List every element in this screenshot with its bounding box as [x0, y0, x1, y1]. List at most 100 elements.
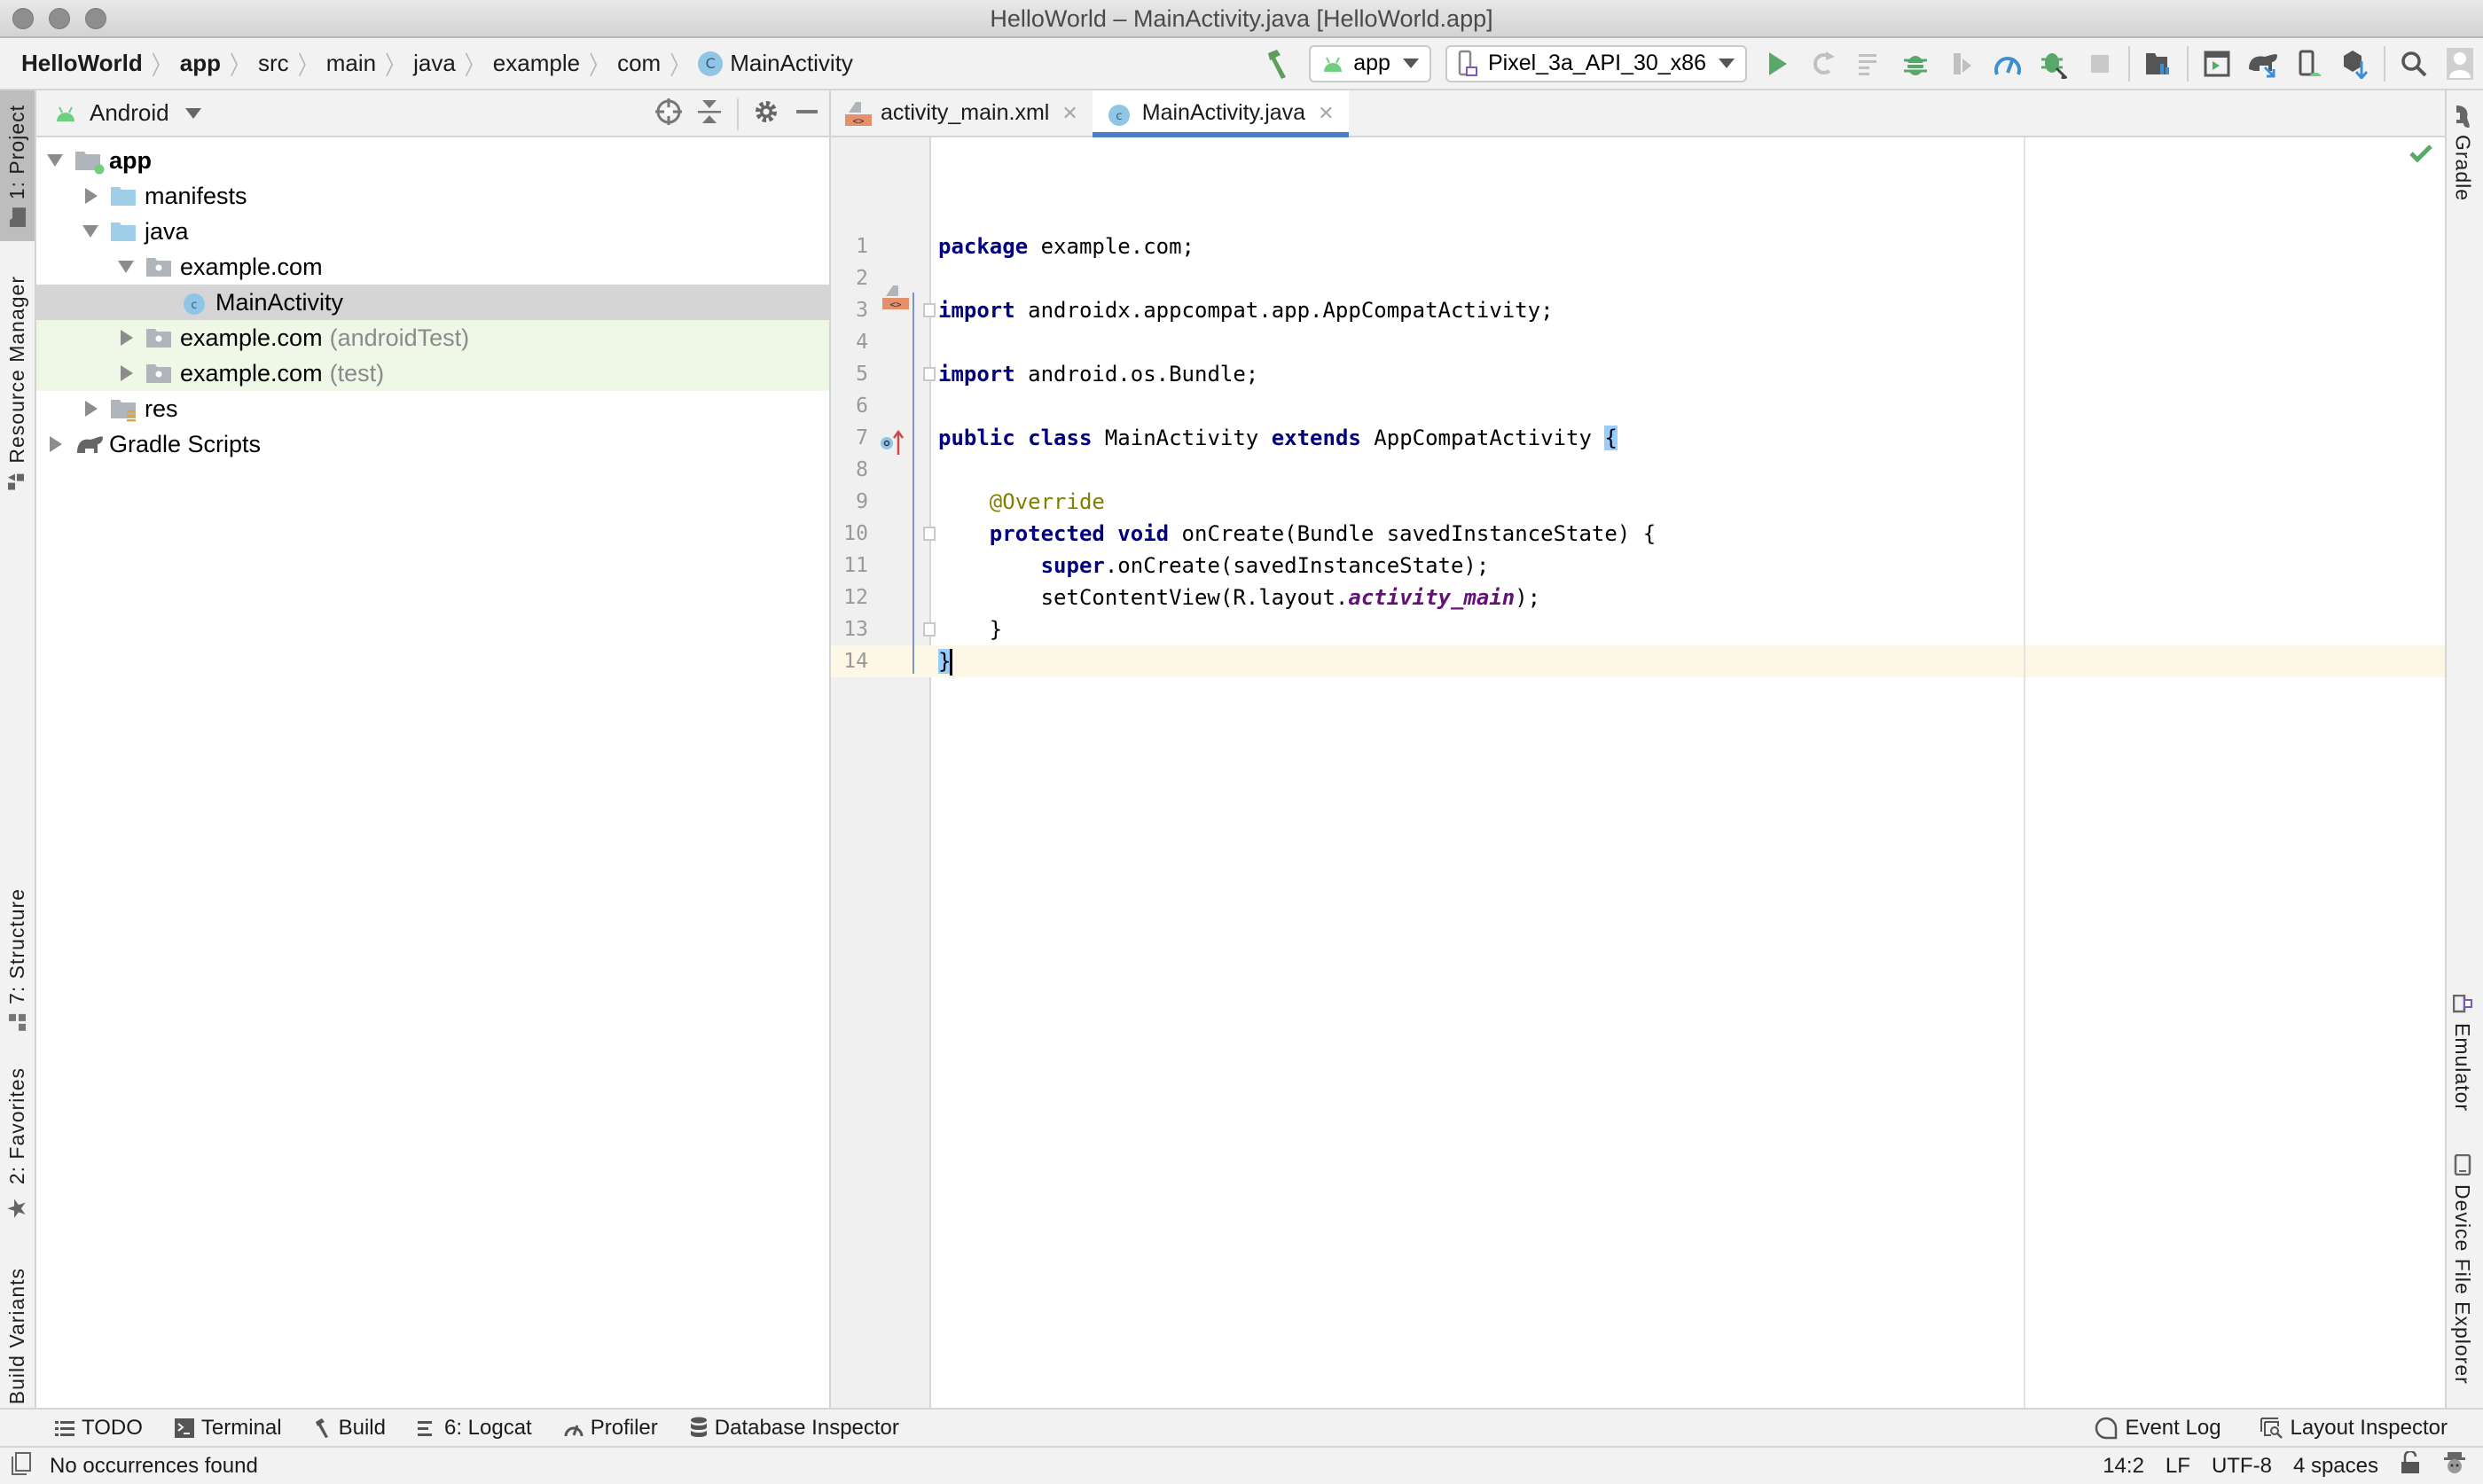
- tool-window-button-terminal[interactable]: Terminal: [174, 1416, 282, 1441]
- code-line[interactable]: 4: [831, 326, 2445, 358]
- collapse-all-icon[interactable]: [696, 98, 723, 129]
- sdk-manager-icon[interactable]: [2338, 46, 2373, 82]
- indent-setting[interactable]: 4 spaces: [2293, 1454, 2378, 1479]
- stop-icon[interactable]: [2082, 46, 2118, 82]
- code-line[interactable]: 6: [831, 390, 2445, 422]
- project-tool-button[interactable]: 1: Project: [0, 90, 35, 241]
- profile-icon[interactable]: [1990, 46, 2025, 82]
- device-manager-icon[interactable]: [2291, 46, 2327, 82]
- tree-item[interactable]: res: [36, 391, 829, 426]
- code-line[interactable]: 3 import androidx.appcompat.app.AppCompat…: [831, 294, 2445, 326]
- code-line[interactable]: 8: [831, 454, 2445, 486]
- collapsed-arrow-icon[interactable]: [85, 401, 98, 417]
- editor-tab[interactable]: c MainActivity.java ✕: [1092, 90, 1349, 137]
- close-tab-icon[interactable]: ✕: [1318, 102, 1334, 125]
- breadcrumb-item[interactable]: src: [258, 50, 289, 77]
- editor-tab[interactable]: <> activity_main.xml ✕: [831, 90, 1093, 136]
- fold-marker[interactable]: [923, 527, 936, 541]
- expanded-arrow-icon[interactable]: [118, 261, 134, 273]
- breadcrumb-item[interactable]: java: [413, 50, 456, 77]
- gradle-label: Gradle: [2451, 135, 2475, 202]
- tree-item[interactable]: Gradle Scripts: [36, 426, 829, 462]
- code-line[interactable]: 9 @Override: [831, 486, 2445, 518]
- line-number: 12: [843, 586, 868, 609]
- collapsed-arrow-icon[interactable]: [121, 330, 133, 346]
- code-line[interactable]: 13 }: [831, 613, 2445, 645]
- tool-window-button-profiler[interactable]: Profiler: [564, 1416, 658, 1441]
- tool-window-button-layout-inspector[interactable]: Layout Inspector: [2260, 1416, 2448, 1441]
- fold-marker[interactable]: [923, 622, 936, 637]
- line-separator[interactable]: LF: [2166, 1454, 2190, 1479]
- fold-marker[interactable]: [923, 303, 936, 317]
- run-configuration-select[interactable]: app: [1309, 44, 1431, 82]
- device-file-explorer-tool-button[interactable]: Device File Explorer: [2450, 1154, 2474, 1385]
- toggle-tool-windows-icon[interactable]: [11, 1452, 32, 1480]
- apply-code-changes-icon[interactable]: [1852, 46, 1887, 82]
- code-line[interactable]: 11 super.onCreate(savedInstanceState);: [831, 550, 2445, 582]
- emulator-tool-button[interactable]: Emulator: [2450, 995, 2474, 1112]
- close-tab-icon[interactable]: ✕: [1061, 102, 1077, 125]
- line-number: 10: [843, 522, 868, 545]
- annotation-token: @Override: [989, 489, 1105, 514]
- sync-gradle-icon[interactable]: [2245, 46, 2281, 82]
- gradle-tool-button[interactable]: Gradle: [2450, 105, 2475, 202]
- tree-item[interactable]: java: [36, 214, 829, 249]
- collapsed-arrow-icon[interactable]: [85, 188, 98, 204]
- fold-marker[interactable]: [923, 367, 936, 381]
- tool-window-button-6-logcat[interactable]: 6: Logcat: [417, 1416, 532, 1441]
- tree-item[interactable]: example.com (test): [36, 355, 829, 391]
- code-line[interactable]: 10 protected void onCreate(Bundle savedI…: [831, 518, 2445, 550]
- tool-window-button-database-inspector[interactable]: Database Inspector: [690, 1416, 899, 1441]
- unlock-icon[interactable]: [2400, 1449, 2421, 1480]
- project-structure-icon[interactable]: [2141, 46, 2176, 82]
- breadcrumb-item[interactable]: app: [180, 50, 221, 77]
- tool-window-button-build[interactable]: Build: [314, 1416, 386, 1441]
- tree-item[interactable]: example.com (androidTest): [36, 320, 829, 355]
- locate-file-icon[interactable]: [655, 98, 682, 129]
- breadcrumb-item[interactable]: com: [617, 50, 661, 77]
- collapsed-arrow-icon[interactable]: [121, 365, 133, 381]
- gear-icon[interactable]: [753, 98, 779, 129]
- related-layout-icon[interactable]: <>: [882, 284, 909, 315]
- account-icon[interactable]: [2442, 46, 2478, 82]
- code-line[interactable]: 14}: [831, 645, 2445, 677]
- tree-item[interactable]: example.com: [36, 249, 829, 285]
- breadcrumb-item[interactable]: HelloWorld: [21, 50, 143, 77]
- caret-position[interactable]: 14:2: [2103, 1454, 2144, 1479]
- tool-window-button-todo[interactable]: TODO: [55, 1416, 143, 1441]
- device-select[interactable]: Pixel_3a_API_30_x86: [1445, 44, 1747, 82]
- project-view-select[interactable]: Android: [54, 99, 201, 127]
- hammer-icon[interactable]: [1261, 46, 1296, 82]
- collapsed-arrow-icon[interactable]: [50, 436, 62, 452]
- debug-icon[interactable]: [1898, 46, 1933, 82]
- expanded-arrow-icon[interactable]: [82, 225, 98, 238]
- overrides-method-icon[interactable]: [879, 429, 905, 461]
- hide-panel-icon[interactable]: [794, 98, 820, 129]
- breadcrumb-item[interactable]: main: [326, 50, 376, 77]
- attach-debugger-to-process-icon[interactable]: [2036, 46, 2072, 82]
- breadcrumb-item[interactable]: example: [493, 50, 580, 77]
- tree-item[interactable]: app: [36, 143, 829, 178]
- resource-manager-tool-button[interactable]: Resource Manager: [0, 263, 35, 503]
- no-problems-check-icon[interactable]: [2409, 144, 2432, 168]
- code-line[interactable]: 5 import android.os.Bundle;: [831, 358, 2445, 390]
- breadcrumb-separator-icon: 〉: [670, 51, 690, 80]
- attach-debugger-icon[interactable]: [1944, 46, 1979, 82]
- file-encoding[interactable]: UTF-8: [2212, 1454, 2272, 1479]
- code-line[interactable]: 12 setContentView(R.layout.activity_main…: [831, 582, 2445, 613]
- hammer-icon: [314, 1418, 332, 1439]
- inspector-hector-icon[interactable]: [2442, 1450, 2467, 1481]
- code-line[interactable]: 2: [831, 262, 2445, 294]
- expanded-arrow-icon[interactable]: [47, 154, 63, 167]
- apply-changes-icon[interactable]: [1805, 46, 1841, 82]
- tree-item[interactable]: c MainActivity: [36, 285, 829, 320]
- code-line[interactable]: 1 package example.com;: [831, 230, 2445, 262]
- search-icon[interactable]: [2396, 46, 2432, 82]
- code-line[interactable]: 7 public class MainActivity extends AppCo…: [831, 422, 2445, 454]
- tree-item[interactable]: manifests: [36, 178, 829, 214]
- breadcrumb-separator-icon: 〉: [589, 51, 609, 80]
- avd-manager-icon[interactable]: [2199, 46, 2235, 82]
- breadcrumb-item[interactable]: C MainActivity: [698, 50, 853, 77]
- run-icon[interactable]: [1759, 46, 1795, 82]
- tool-window-button-event-log[interactable]: Event Log: [2095, 1416, 2221, 1441]
